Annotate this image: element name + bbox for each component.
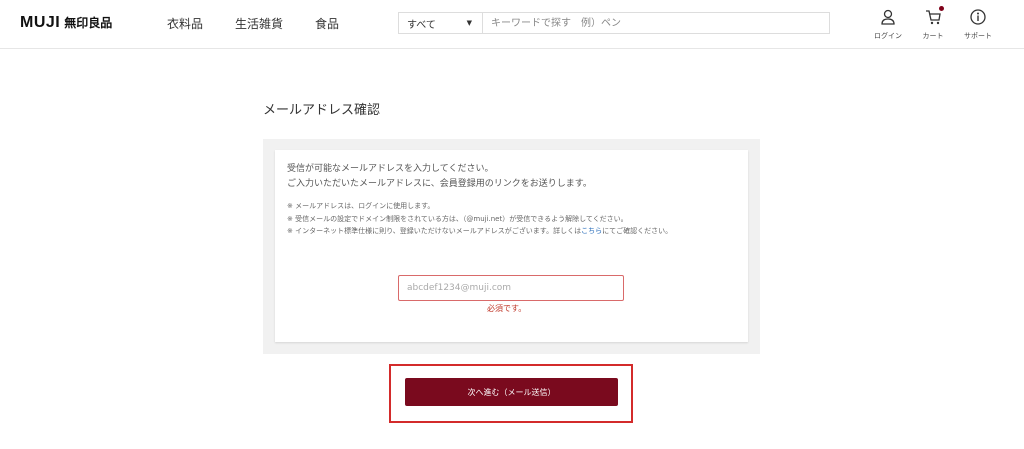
login-label: ログイン: [874, 32, 902, 40]
note-3-text: ※ インターネット標準仕様に則り、登録いただけないメールアドレスがございます。詳…: [287, 227, 582, 235]
logo[interactable]: MUJI 無印良品: [20, 14, 112, 32]
support-label: サポート: [964, 32, 992, 40]
email-error-message: 必須です。: [487, 304, 527, 313]
nav-item-food[interactable]: 食品: [315, 15, 339, 32]
submit-button[interactable]: 次へ進む（メール送信）: [405, 378, 618, 406]
cart-label: カート: [922, 32, 944, 40]
brand-logo-jp: 無印良品: [64, 16, 113, 30]
main-nav: 衣料品 生活雑貨 食品: [167, 15, 339, 32]
brand-logo: MUJI: [20, 14, 61, 31]
search-input[interactable]: [483, 14, 829, 32]
note-3-suffix: にてご確認ください。: [602, 227, 673, 235]
nav-item-clothing[interactable]: 衣料品: [167, 15, 203, 32]
info-icon: [969, 8, 987, 26]
cart-icon: [924, 6, 944, 26]
nav-item-household[interactable]: 生活雑貨: [235, 15, 283, 32]
search-category-select[interactable]: すべて ▼: [399, 13, 483, 33]
notes: ※ メールアドレスは、ログインに使用します。 ※ 受信メールの設定でドメイン制限…: [287, 200, 742, 238]
note-1: ※ メールアドレスは、ログインに使用します。: [287, 202, 435, 210]
intro-line-2: ご入力いただいたメールアドレスに、会員登録用のリンクをお送りします。: [287, 179, 592, 189]
site-header: MUJI 無印良品 衣料品 生活雑貨 食品 すべて ▼ ログイン: [0, 0, 1024, 49]
page-title: メールアドレス確認: [263, 103, 381, 118]
details-link[interactable]: こちら: [581, 227, 602, 235]
intro-line-1: 受信が可能なメールアドレスを入力してください。: [287, 164, 494, 174]
search-bar: すべて ▼: [398, 12, 830, 34]
cart-button[interactable]: カート: [911, 6, 955, 41]
intro-text: 受信が可能なメールアドレスを入力してください。 ご入力いただいたメールアドレスに…: [287, 162, 592, 192]
email-form-card: 受信が可能なメールアドレスを入力してください。 ご入力いただいたメールアドレスに…: [275, 150, 748, 342]
note-3: ※ インターネット標準仕様に則り、登録いただけないメールアドレスがございます。詳…: [287, 225, 742, 238]
note-2: ※ 受信メールの設定でドメイン制限をされている方は、（@muji.net）が受信…: [287, 214, 628, 223]
user-icon: [879, 8, 897, 26]
email-input[interactable]: [398, 275, 624, 301]
caret-down-icon: ▼: [466, 19, 472, 27]
search-category-label: すべて: [407, 19, 436, 31]
cart-badge-dot: [939, 6, 944, 11]
login-button[interactable]: ログイン: [866, 8, 910, 41]
support-button[interactable]: サポート: [956, 8, 1000, 41]
